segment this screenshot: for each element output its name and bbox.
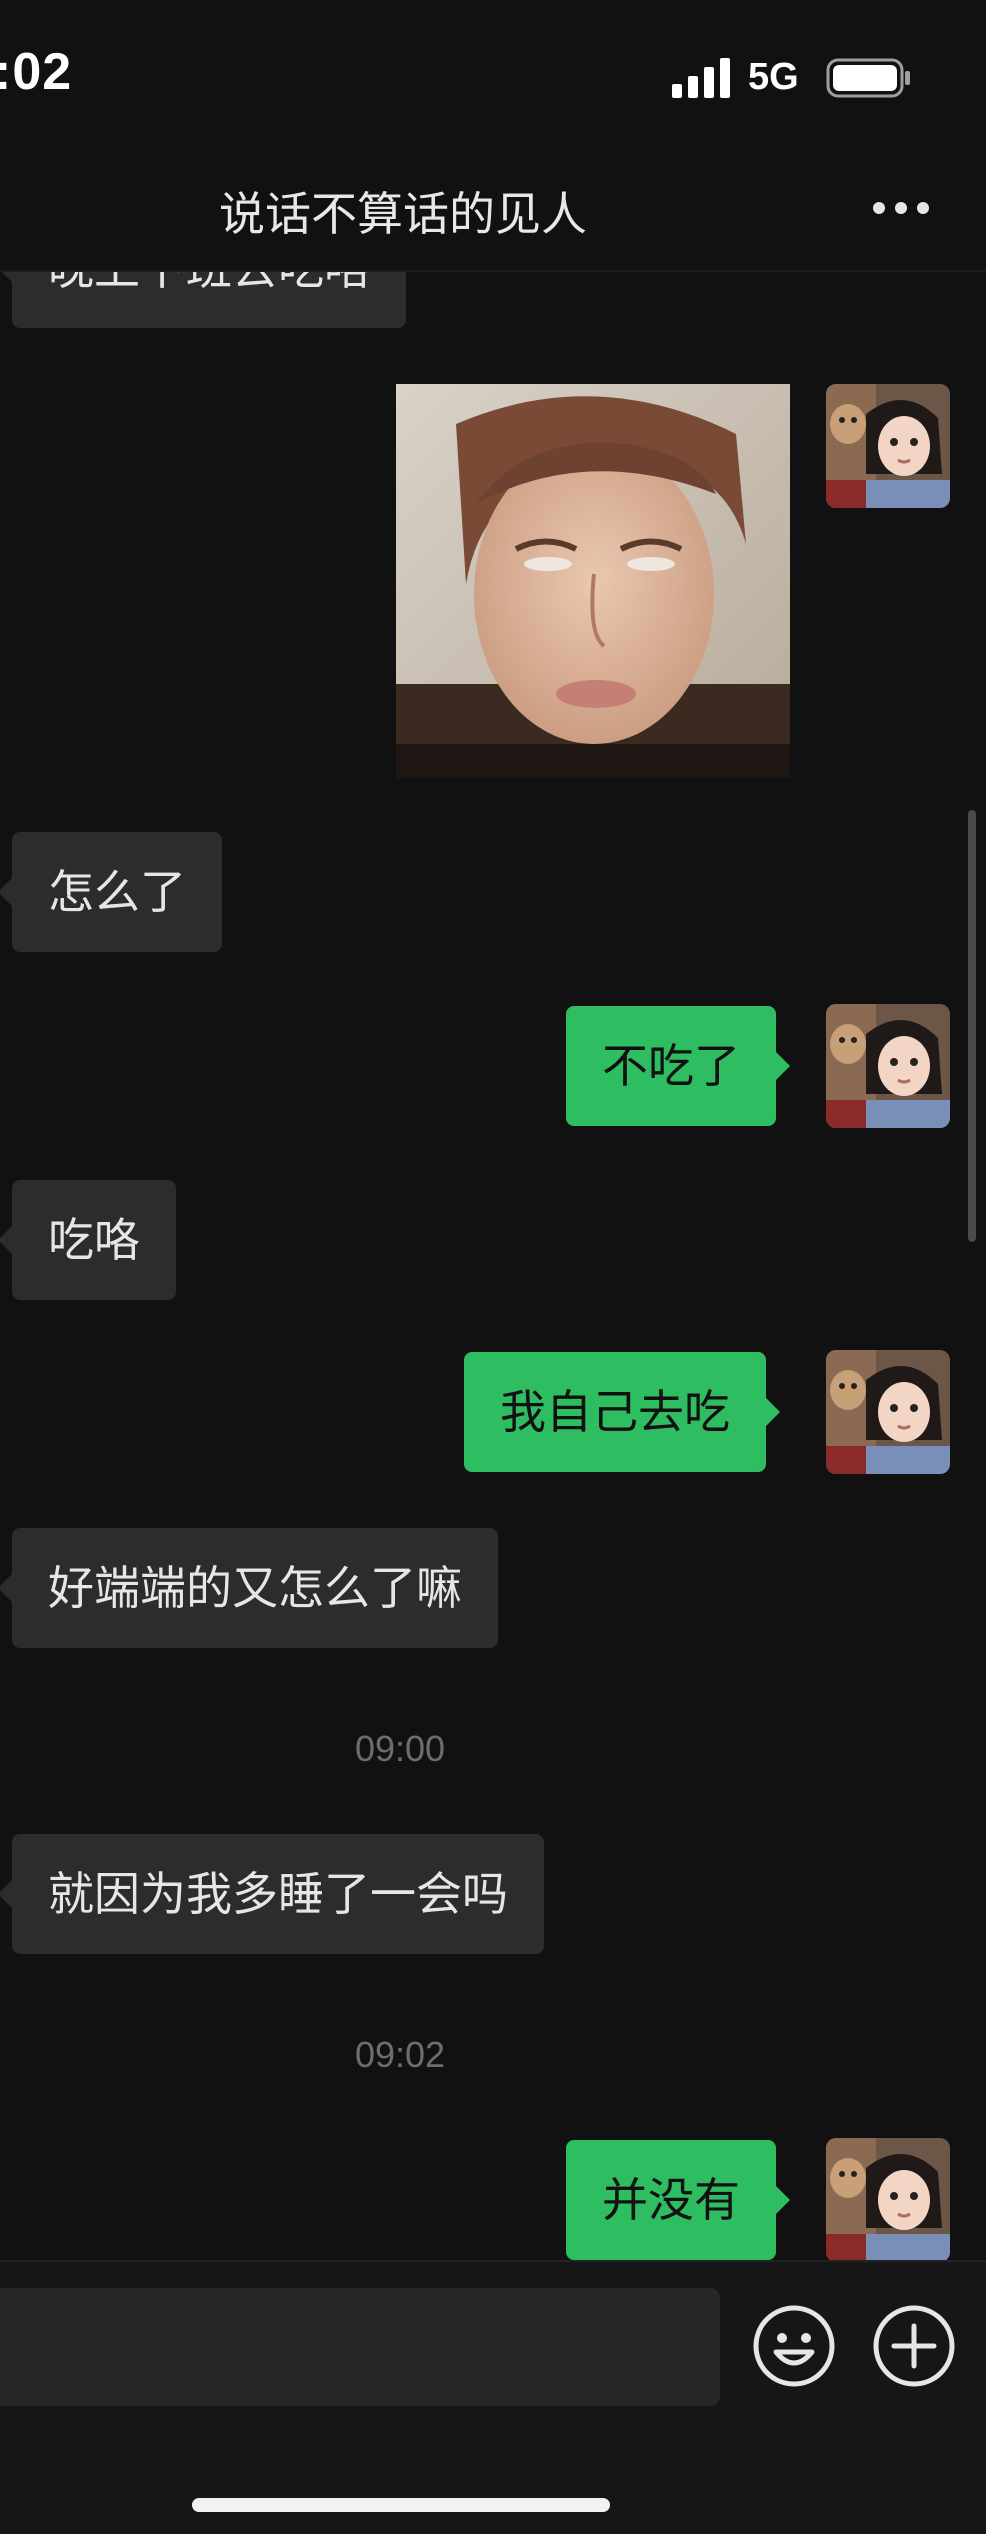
input-bar xyxy=(0,2260,986,2534)
message-bubble-incoming[interactable]: 好端端的又怎么了嘛 xyxy=(0,1528,498,1648)
timestamp: 09:00 xyxy=(354,1728,446,1769)
network-label: 5G xyxy=(748,56,799,98)
chat-header: 说话不算话的见人 xyxy=(0,150,986,272)
plus-icon[interactable] xyxy=(872,2304,956,2388)
message-bubble-outgoing[interactable]: 不吃了 xyxy=(566,1006,790,1126)
signal-bars-icon xyxy=(672,58,730,98)
message-input[interactable] xyxy=(0,2288,720,2406)
timestamp: 09:02 xyxy=(354,2034,446,2075)
status-time: :02 xyxy=(0,43,73,101)
message-bubble-incoming[interactable]: 晚上下班去吃咯 xyxy=(0,272,406,328)
home-indicator[interactable] xyxy=(192,2498,610,2512)
scrollbar[interactable] xyxy=(968,810,976,1242)
message-bubble-incoming[interactable]: 怎么了 xyxy=(0,832,222,952)
message-bubble-incoming[interactable]: 吃咯 xyxy=(0,1180,176,1300)
message-list[interactable]: 晚上下班去吃咯 xyxy=(0,272,986,2260)
face-sticker-image[interactable] xyxy=(396,384,790,778)
emoji-icon[interactable] xyxy=(752,2304,836,2388)
avatar[interactable] xyxy=(826,2138,950,2260)
status-bar: :02 5G xyxy=(0,0,986,150)
message-bubble-incoming[interactable]: 就因为我多睡了一会吗 xyxy=(0,1834,544,1954)
battery-icon xyxy=(826,58,910,98)
chat-title: 说话不算话的见人 xyxy=(219,187,587,241)
message-bubble-outgoing[interactable]: 并没有 xyxy=(566,2140,790,2260)
more-dots-icon[interactable] xyxy=(872,200,930,216)
message-bubble-outgoing[interactable]: 我自己去吃 xyxy=(464,1352,780,1472)
avatar[interactable] xyxy=(826,384,950,508)
avatar[interactable] xyxy=(826,1350,950,1474)
avatar[interactable] xyxy=(826,1004,950,1128)
